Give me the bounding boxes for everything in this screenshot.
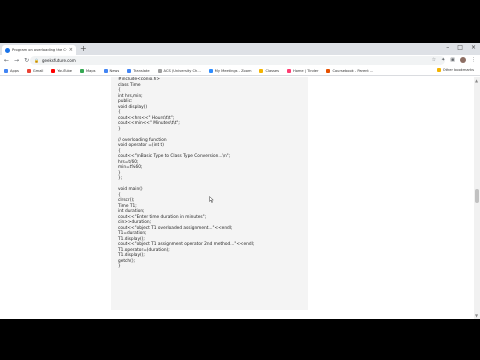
bookmark-label: Translate (133, 68, 150, 73)
address-bar[interactable]: 🔒 geeksfuture.com (30, 56, 445, 65)
code-block: #include<conio.h> class Time{int hrs,min;… (111, 77, 308, 310)
bookmark-item[interactable]: ACS (University Ch... (157, 68, 201, 73)
url-text[interactable]: geeksfuture.com (42, 58, 76, 63)
minimize-icon[interactable]: – (446, 44, 449, 51)
reload-icon[interactable]: ↻ (24, 57, 29, 64)
bookmark-label: YouTube (57, 68, 73, 73)
scroll-down-icon[interactable]: ▼ (475, 313, 478, 318)
maximize-icon[interactable]: □ (457, 44, 463, 51)
new-tab-button[interactable]: + (80, 45, 87, 53)
bookmark-label: Gmail (32, 68, 44, 73)
forward-icon[interactable]: → (14, 57, 19, 64)
bookmark-icon (127, 68, 132, 73)
bookmark-label: My Meetings - Zoom (214, 68, 252, 73)
bookmark-label: Classes (265, 68, 279, 73)
bookmark-icon (326, 68, 331, 73)
bookmark-icon (26, 68, 31, 73)
bookmarks-bar: Apps Gmail YouTube Maps News Translate ACS (Un… (0, 66, 480, 76)
bookmark-item[interactable]: Translate (127, 68, 150, 73)
tab-title: Program on overloading the C++ (12, 48, 67, 52)
bookmark-item[interactable]: Apps (4, 68, 19, 73)
scrollbar[interactable]: ▲ ▼ (474, 77, 480, 319)
bookmark-item[interactable]: Home | Tinder (287, 68, 319, 73)
bookmark-icon (259, 68, 264, 73)
puzzle-icon[interactable]: ▣ (450, 57, 455, 63)
star-icon[interactable]: ☆ (432, 57, 436, 63)
bookmark-item[interactable]: Coursebook - Parent ... (326, 68, 374, 73)
bookmark-item[interactable]: YouTube (51, 68, 73, 73)
lock-icon: 🔒 (34, 58, 39, 63)
bookmark-label: Coursebook - Parent ... (332, 68, 374, 73)
bookmark-item[interactable]: Classes (259, 68, 279, 73)
code-line: } (118, 264, 121, 269)
bookmark-label: Apps (10, 68, 19, 73)
bookmark-item[interactable]: My Meetings - Zoom (208, 68, 252, 73)
mouse-cursor-icon (209, 196, 214, 203)
scroll-up-icon[interactable]: ▲ (475, 78, 478, 83)
other-bookmarks-label: Other bookmarks (442, 68, 474, 72)
bookmark-item[interactable]: News (103, 68, 120, 73)
bookmark-label: Maps (86, 68, 96, 73)
folder-icon (436, 68, 441, 72)
avatar[interactable] (460, 57, 466, 63)
page-content: #include<conio.h> class Time{int hrs,min;… (0, 77, 480, 319)
bookmark-label: ACS (University Ch... (163, 68, 201, 73)
bookmark-icon (103, 68, 108, 73)
favicon-icon (5, 47, 10, 53)
back-icon[interactable]: ← (4, 57, 9, 64)
video-frame: Program on overloading the C++ × + – □ ×… (0, 0, 480, 360)
menu-icon[interactable]: ⋮ (471, 57, 476, 63)
bookmark-icon (287, 68, 291, 73)
bookmark-label: News (109, 68, 120, 73)
bookmark-icon (157, 68, 162, 73)
window-close-icon[interactable]: × (471, 44, 476, 51)
other-bookmarks[interactable]: Other bookmarks (436, 68, 474, 72)
bookmark-icon (51, 68, 56, 73)
window-controls: – □ × (446, 44, 476, 51)
bookmark-icon (4, 68, 8, 73)
browser-window: Program on overloading the C++ × + – □ ×… (0, 43, 480, 319)
bookmark-label: Home | Tinder (293, 68, 319, 73)
bookmark-icon (208, 68, 213, 73)
bookmark-icon (80, 68, 85, 73)
tab-active[interactable]: Program on overloading the C++ × (2, 45, 76, 55)
scroll-thumb[interactable] (475, 189, 479, 203)
bookmark-item[interactable]: Maps (80, 68, 96, 73)
tab-close-icon[interactable]: × (69, 47, 73, 53)
toolbar-right: ☆ ✦ ▣ ⋮ (432, 57, 476, 63)
tab-bar: Program on overloading the C++ × + – □ × (0, 43, 480, 55)
extension-icon[interactable]: ✦ (441, 57, 445, 63)
bookmark-item[interactable]: Gmail (26, 68, 44, 73)
